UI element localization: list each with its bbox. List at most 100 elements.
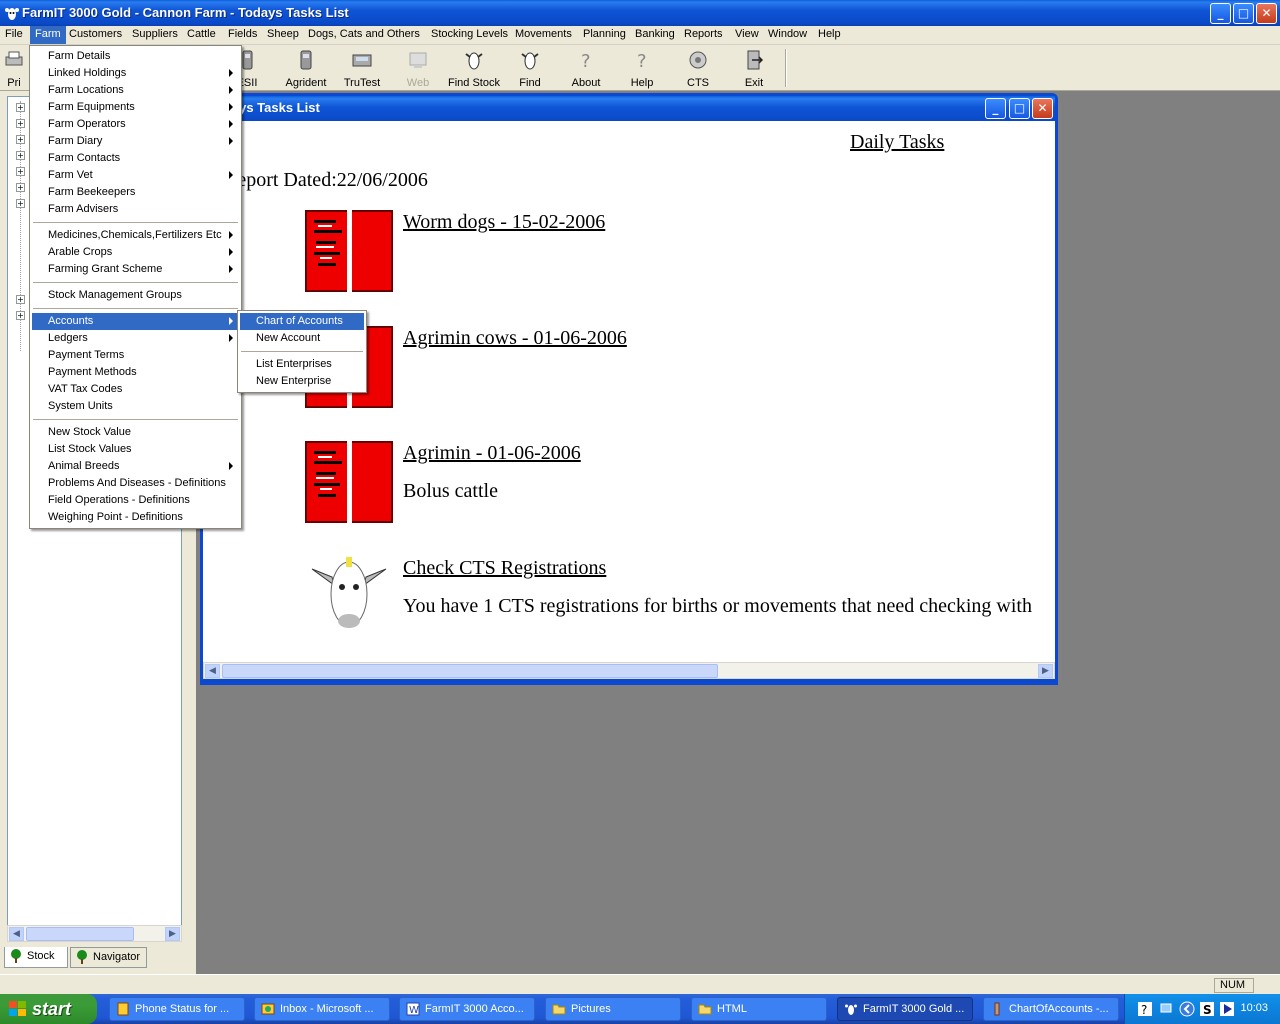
menu-item-farm-advisers[interactable]: Farm Advisers [32,201,239,218]
child-maximize-button[interactable]: □ [1009,98,1030,119]
menu-item-payment-methods[interactable]: Payment Methods [32,364,239,381]
taskbar-button-farmit-accounts[interactable]: W FarmIT 3000 Acco... [399,997,535,1021]
child-minimize-button[interactable]: _ [985,98,1006,119]
menu-item-accounts[interactable]: Accounts [32,313,239,330]
tree-expand-icon[interactable]: + [16,151,25,160]
menu-window[interactable]: Window [763,26,812,44]
trutest-toolbar-button[interactable]: TruTest [334,47,390,89]
taskbar-button-pictures[interactable]: Pictures [545,997,681,1021]
skype-tray-icon[interactable]: S [1199,1001,1215,1017]
scroll-right-icon[interactable]: ▶ [165,927,180,941]
menu-item-vat-tax-codes[interactable]: VAT Tax Codes [32,381,239,398]
menu-cattle[interactable]: Cattle [182,26,221,44]
help-tray-icon[interactable]: ? [1137,1001,1153,1017]
tree-expand-icon[interactable]: + [16,295,25,304]
tree-expand-icon[interactable]: + [16,199,25,208]
taskbar-button-inbox[interactable]: Inbox - Microsoft ... [254,997,390,1021]
menu-item-stock-management-groups[interactable]: Stock Management Groups [32,287,239,304]
menu-item-farm-beekeepers[interactable]: Farm Beekeepers [32,184,239,201]
close-button[interactable]: ✕ [1256,3,1277,24]
submenu-arrow-icon [229,69,233,77]
tree-expand-icon[interactable]: + [16,183,25,192]
menu-item-farm-vet[interactable]: Farm Vet [32,167,239,184]
menu-item-farming-grant-scheme[interactable]: Farming Grant Scheme [32,261,239,278]
find-toolbar-button[interactable]: Find [502,47,558,89]
menu-item-new-enterprise[interactable]: New Enterprise [240,373,364,390]
menu-item-ledgers[interactable]: Ledgers [32,330,239,347]
menu-fields[interactable]: Fields [223,26,262,44]
find-stock-toolbar-button[interactable]: Find Stock [446,47,502,89]
menu-item-farm-contacts[interactable]: Farm Contacts [32,150,239,167]
task-link[interactable]: Check CTS Registrations [403,557,606,580]
scroll-left-icon[interactable]: ◀ [9,927,24,941]
menu-file[interactable]: File [0,26,28,44]
menu-sheep[interactable]: Sheep [262,26,304,44]
taskbar-button-chartofaccounts[interactable]: ChartOfAccounts -... [983,997,1119,1021]
tree-horizontal-scrollbar[interactable]: ◀ ▶ [7,925,182,942]
menu-item-linked-holdings[interactable]: Linked Holdings [32,65,239,82]
scroll-left-icon[interactable]: ◀ [205,664,220,678]
menu-item-problems-diseases[interactable]: Problems And Diseases - Definitions [32,475,239,492]
menu-stocking-levels[interactable]: Stocking Levels [426,26,513,44]
menu-item-field-operations[interactable]: Field Operations - Definitions [32,492,239,509]
menu-item-system-units[interactable]: System Units [32,398,239,415]
task-link[interactable]: Agrimin - 01-06-2006 [403,442,581,465]
menu-item-animal-breeds[interactable]: Animal Breeds [32,458,239,475]
menu-planning[interactable]: Planning [578,26,631,44]
tree-expand-icon[interactable]: + [16,135,25,144]
tab-navigator[interactable]: Navigator [70,947,147,968]
child-titlebar: Todays Tasks List _ □ ✕ [203,96,1055,121]
menu-reports[interactable]: Reports [679,26,728,44]
minimize-button[interactable]: _ [1210,3,1231,24]
menu-item-farm-locations[interactable]: Farm Locations [32,82,239,99]
menu-item-chart-of-accounts[interactable]: Chart of Accounts [240,313,364,330]
menu-item-arable-crops[interactable]: Arable Crops [32,244,239,261]
menu-item-farm-operators[interactable]: Farm Operators [32,116,239,133]
menu-item-farm-details[interactable]: Farm Details [32,48,239,65]
menu-item-list-stock-values[interactable]: List Stock Values [32,441,239,458]
menu-customers[interactable]: Customers [64,26,127,44]
network-tray-icon[interactable] [1158,1001,1174,1017]
child-close-button[interactable]: ✕ [1032,98,1053,119]
menu-banking[interactable]: Banking [630,26,680,44]
menu-item-new-account[interactable]: New Account [240,330,364,347]
menu-item-new-stock-value[interactable]: New Stock Value [32,424,239,441]
tree-expand-icon[interactable]: + [16,167,25,176]
chevron-left-icon[interactable] [1179,1001,1195,1017]
cts-toolbar-button[interactable]: CTS [670,47,726,89]
menu-farm[interactable]: Farm [30,26,66,44]
menu-item-payment-terms[interactable]: Payment Terms [32,347,239,364]
menu-item-weighing-point[interactable]: Weighing Point - Definitions [32,509,239,526]
task-link[interactable]: Agrimin cows - 01-06-2006 [403,327,627,350]
about-toolbar-button[interactable]: ? About [558,47,614,89]
agrident-toolbar-button[interactable]: Agrident [278,47,334,89]
scroll-thumb[interactable] [26,927,134,941]
menu-dogs-cats[interactable]: Dogs, Cats and Others [303,26,425,44]
maximize-button[interactable]: □ [1233,3,1254,24]
menu-item-farm-equipments[interactable]: Farm Equipments [32,99,239,116]
content-horizontal-scrollbar[interactable]: ◀ ▶ [203,662,1055,679]
task-link[interactable]: Worm dogs - 15-02-2006 [403,211,605,234]
taskbar-button-farmit-gold[interactable]: FarmIT 3000 Gold ... [837,997,973,1021]
taskbar-button-html[interactable]: HTML [691,997,827,1021]
taskbar-button-phone-status[interactable]: Phone Status for ... [109,997,245,1021]
tree-expand-icon[interactable]: + [16,311,25,320]
word-icon: W [406,1002,420,1016]
tree-expand-icon[interactable]: + [16,119,25,128]
media-play-icon[interactable] [1219,1001,1235,1017]
menu-item-medicines[interactable]: Medicines,Chemicals,Fertilizers Etc [32,227,239,244]
web-toolbar-button[interactable]: Web [390,47,446,89]
menu-item-list-enterprises[interactable]: List Enterprises [240,356,364,373]
scroll-right-icon[interactable]: ▶ [1038,664,1053,678]
menu-suppliers[interactable]: Suppliers [127,26,183,44]
menu-view[interactable]: View [730,26,764,44]
scroll-thumb[interactable] [222,664,718,678]
tab-stock[interactable]: Stock [4,947,68,968]
exit-toolbar-button[interactable]: Exit [726,47,782,89]
menu-help[interactable]: Help [813,26,846,44]
menu-item-farm-diary[interactable]: Farm Diary [32,133,239,150]
help-toolbar-button[interactable]: ? Help [614,47,670,89]
start-button[interactable]: start [0,994,97,1024]
tree-expand-icon[interactable]: + [16,103,25,112]
menu-movements[interactable]: Movements [510,26,577,44]
